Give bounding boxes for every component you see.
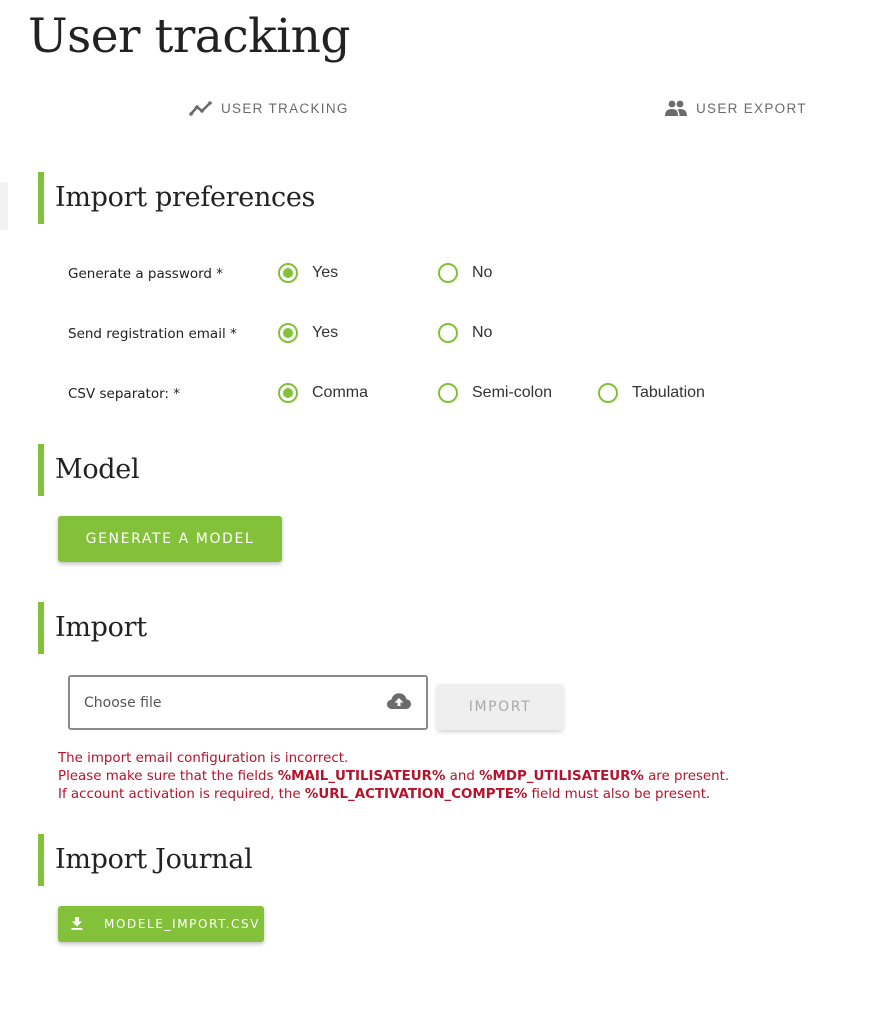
radio-label: Yes xyxy=(312,324,339,341)
download-csv-button[interactable]: MODELE_IMPORT.CSV xyxy=(58,906,264,942)
label-csv-separator: CSV separator: * xyxy=(68,386,180,402)
generate-model-button[interactable]: GENERATE A MODEL xyxy=(58,516,282,562)
download-label: MODELE_IMPORT.CSV xyxy=(104,917,261,931)
radio-generate-password-yes[interactable]: Yes xyxy=(278,263,338,283)
sidebar-edge xyxy=(0,182,8,230)
section-title-import-preferences: Import preferences xyxy=(38,172,315,224)
people-icon xyxy=(664,99,688,117)
radio-label: Comma xyxy=(312,384,369,401)
radio-label: Semi-colon xyxy=(472,384,553,401)
field-mail-utilisateur: %MAIL_UTILISATEUR% xyxy=(277,769,446,784)
radio-label: Tabulation xyxy=(632,384,705,401)
page-title: User tracking xyxy=(28,9,351,64)
trending-line-icon xyxy=(189,100,213,116)
label-send-registration-email: Send registration email * xyxy=(68,326,237,342)
radio-checked-icon xyxy=(278,383,298,403)
radio-unchecked-icon xyxy=(598,383,618,403)
radio-separator-semicolon[interactable]: Semi-colon xyxy=(438,383,552,403)
radio-unchecked-icon xyxy=(438,263,458,283)
radio-label: Yes xyxy=(312,264,339,281)
radio-label: No xyxy=(472,264,493,281)
radio-checked-icon xyxy=(278,323,298,343)
tab-label: USER TRACKING xyxy=(221,100,349,116)
radio-generate-password-no[interactable]: No xyxy=(438,263,492,283)
field-url-activation-compte: %URL_ACTIVATION_COMPTE% xyxy=(304,787,528,802)
file-chooser-input[interactable]: Choose file xyxy=(68,675,428,730)
radio-separator-tabulation[interactable]: Tabulation xyxy=(598,383,705,403)
radio-label: No xyxy=(472,324,493,341)
error-line-3: If account activation is required, the %… xyxy=(58,787,711,802)
tab-user-export[interactable]: USER EXPORT xyxy=(664,96,807,120)
error-line-2: Please make sure that the fields %MAIL_U… xyxy=(58,769,730,784)
cloud-upload-icon[interactable] xyxy=(386,692,412,714)
section-title-model: Model xyxy=(38,444,140,496)
import-error-message: The import email configuration is incorr… xyxy=(58,750,778,804)
tab-user-tracking[interactable]: USER TRACKING xyxy=(189,96,349,120)
label-generate-password: Generate a password * xyxy=(68,266,224,282)
field-mdp-utilisateur: %MDP_UTILISATEUR% xyxy=(479,769,644,784)
radio-unchecked-icon xyxy=(438,323,458,343)
import-button[interactable]: IMPORT xyxy=(437,684,563,730)
radio-separator-comma[interactable]: Comma xyxy=(278,383,368,403)
radio-send-email-yes[interactable]: Yes xyxy=(278,323,338,343)
radio-checked-icon xyxy=(278,263,298,283)
section-title-import-journal: Import Journal xyxy=(38,834,253,886)
radio-unchecked-icon xyxy=(438,383,458,403)
error-line-1: The import email configuration is incorr… xyxy=(58,751,349,766)
radio-send-email-no[interactable]: No xyxy=(438,323,492,343)
file-placeholder: Choose file xyxy=(84,694,162,711)
download-icon xyxy=(70,916,84,933)
tab-label: USER EXPORT xyxy=(696,100,807,116)
section-title-import: Import xyxy=(38,602,147,654)
